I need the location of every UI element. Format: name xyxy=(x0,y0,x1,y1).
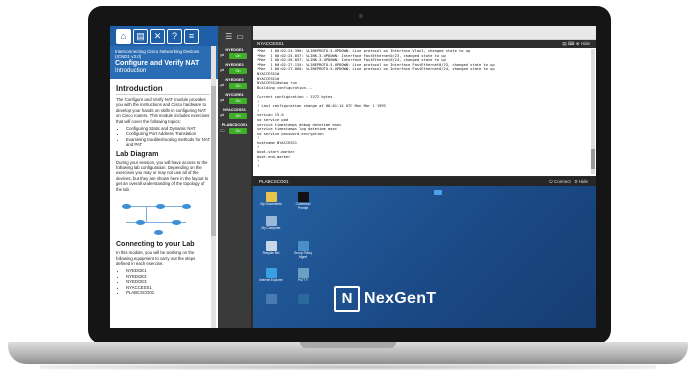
terminal-window[interactable]: NYACCESS1 ▤ ⌨ ⊗ Hide *Mar 1 00:02:24.390… xyxy=(253,26,596,176)
laptop-shadow xyxy=(40,364,656,370)
connect-icon[interactable]: ⏻ xyxy=(549,179,553,184)
device-toolbar: ☰ ▭ xyxy=(218,26,251,46)
connect-heading: Connecting to your Lab xyxy=(116,241,195,249)
course-name: Interconnecting Cisco Networking Devices… xyxy=(115,49,200,59)
router-icon: ⇄ xyxy=(220,68,225,74)
desktop-icon[interactable] xyxy=(259,294,283,305)
shortcut-icon xyxy=(297,294,309,304)
webcam xyxy=(359,14,363,18)
desktop-icon[interactable]: My Computer xyxy=(259,216,283,231)
device-item: PLABCSCO01 ▭ On xyxy=(220,123,249,134)
topic-item: Examining troubleshooting methods for NA… xyxy=(126,137,210,148)
desktop-icon[interactable]: My Documents xyxy=(259,192,283,207)
equipment-item: PLABCSCO01 xyxy=(126,290,210,295)
device-item: NYEDGE1 ⇄ On xyxy=(220,48,249,59)
help-icon[interactable]: ? xyxy=(167,28,182,44)
lab-body: Introduction The Configure and Verify NA… xyxy=(110,79,218,295)
shortcut-icon xyxy=(297,268,309,278)
desktop-icon-label: Group Policy Mgmt xyxy=(293,251,313,259)
menu-icon[interactable]: ☰ xyxy=(225,32,232,41)
diagram-text: During your session, you will have acces… xyxy=(116,159,209,192)
power-toggle[interactable]: On xyxy=(229,98,247,104)
desktop-icon[interactable] xyxy=(291,294,315,305)
equipment-list: NYEDGE1 NYEDGE2 NYEDGE3 NYACCESS1 PLABCS… xyxy=(116,268,210,295)
device-item: NYACCESS1 ⇄ On xyxy=(220,108,249,119)
terminal-hide-label[interactable]: Hide xyxy=(581,41,590,46)
power-toggle[interactable]: On xyxy=(229,128,247,134)
desktop-icon-label: Recycle Bin xyxy=(262,251,280,255)
power-toggle[interactable]: On xyxy=(229,68,247,74)
remote-toolbar-icon[interactable] xyxy=(434,190,442,195)
lab-instructions-pane: ⌂ ▤ ✕ ? ≡ Interconnecting Cisco Networki… xyxy=(110,26,218,328)
shortcut-icon xyxy=(297,192,309,202)
desktop-title: PLABCSCO01 xyxy=(259,179,289,184)
terminal-top-strip xyxy=(253,26,596,40)
shortcut-icon xyxy=(265,192,277,202)
tools-icon[interactable]: ✕ xyxy=(150,28,165,44)
desktop-icon[interactable]: Internet Explorer xyxy=(259,268,283,283)
lab-topology-diagram[interactable] xyxy=(116,194,210,238)
router-icon: ⇄ xyxy=(220,98,225,104)
laptop-screen: ⌂ ▤ ✕ ? ≡ Interconnecting Cisco Networki… xyxy=(110,26,596,328)
device-item: NYEDGE2 ⇄ On xyxy=(220,63,249,74)
diagram-heading: Lab Diagram xyxy=(116,150,159,158)
desktop-icon-label: Command Prompt xyxy=(295,202,311,210)
power-toggle[interactable]: On xyxy=(229,53,247,59)
device-item: NYEDGE3 ⇄ On xyxy=(220,78,249,89)
topic-list: Configuring Static and Dynamic NAT Confi… xyxy=(116,126,210,148)
device-list: ☰ ▭ NYEDGE1 ⇄ On NYEDGE2 ⇄ On NYEDGE3 ⇄ On … xyxy=(218,26,251,328)
copy-icon[interactable]: ▤ xyxy=(562,41,566,46)
desktop-icon-label: My Documents xyxy=(260,202,282,206)
lab-title: Configure and Verify NAT xyxy=(115,60,200,67)
shortcut-icon xyxy=(297,241,309,251)
book-icon[interactable]: ▤ xyxy=(133,28,148,44)
lab-section: Introduction xyxy=(115,68,147,74)
desktop-icon-label: PuTTY xyxy=(298,278,308,282)
brand-logo: N NexGenT xyxy=(334,284,436,314)
power-toggle[interactable]: On xyxy=(229,113,247,119)
router-icon: ⇄ xyxy=(220,53,225,59)
document-icon[interactable]: ≡ xyxy=(184,28,199,44)
router-icon: ⇄ xyxy=(220,83,225,89)
connect-text: In this module, you will be working on t… xyxy=(116,250,196,266)
lab-header: Interconnecting Cisco Networking Devices… xyxy=(110,46,218,79)
terminal-titlebar: NYACCESS1 ▤ ⌨ ⊗ Hide xyxy=(253,40,596,48)
shortcut-icon xyxy=(265,216,277,226)
intro-text: The Configure and Verify NAT module prov… xyxy=(116,97,210,124)
desktop-titlebar: PLABCSCO01 ⏻ Connect ⊗ Hide xyxy=(253,177,596,186)
desktop-controls: ⏻ Connect ⊗ Hide xyxy=(549,177,588,186)
terminal-output[interactable]: *Mar 1 00:02:24.390: %LINEPROTO-5-UPDOWN… xyxy=(253,48,596,174)
desktop-icon[interactable]: Recycle Bin xyxy=(259,241,283,256)
terminal-line: ! xyxy=(257,163,260,168)
switch-icon: ⇄ xyxy=(220,113,225,119)
desktop-icon[interactable]: PuTTY xyxy=(291,268,315,283)
desktop-icon-label: Internet Explorer xyxy=(259,278,283,282)
desktop-icon[interactable]: Group Policy Mgmt xyxy=(291,241,315,260)
shortcut-icon xyxy=(265,294,277,304)
connect-label[interactable]: Connect xyxy=(554,179,571,184)
laptop-notch xyxy=(300,342,396,348)
hide-icon[interactable]: ⊗ xyxy=(576,41,580,46)
power-toggle[interactable]: On xyxy=(229,83,247,89)
intro-heading: Introduction xyxy=(116,84,210,95)
lab-scrollbar[interactable] xyxy=(211,46,216,328)
desktop-icon[interactable]: Command Prompt xyxy=(291,192,315,211)
lab-toolbar: ⌂ ▤ ✕ ? ≡ xyxy=(110,26,218,46)
brand-name: NexGenT xyxy=(364,290,437,307)
desktop-icon-label: My Computer xyxy=(261,226,281,230)
nexgent-logo-icon: N xyxy=(334,286,360,312)
keyboard-icon[interactable]: ⌨ xyxy=(568,41,575,46)
terminal-controls: ▤ ⌨ ⊗ Hide xyxy=(562,40,590,48)
shortcut-icon xyxy=(265,268,277,278)
device-item: NYCORE1 ⇄ On xyxy=(220,93,249,104)
pc-icon: ▭ xyxy=(220,128,225,134)
desktop-hide-label[interactable]: Hide xyxy=(579,179,588,184)
layout-icon[interactable]: ▭ xyxy=(236,32,244,41)
hide-icon[interactable]: ⊗ xyxy=(575,179,578,184)
home-icon[interactable]: ⌂ xyxy=(116,28,131,44)
terminal-title: NYACCESS1 xyxy=(257,41,284,46)
shortcut-icon xyxy=(265,241,277,251)
terminal-scrollbar[interactable] xyxy=(591,49,595,174)
